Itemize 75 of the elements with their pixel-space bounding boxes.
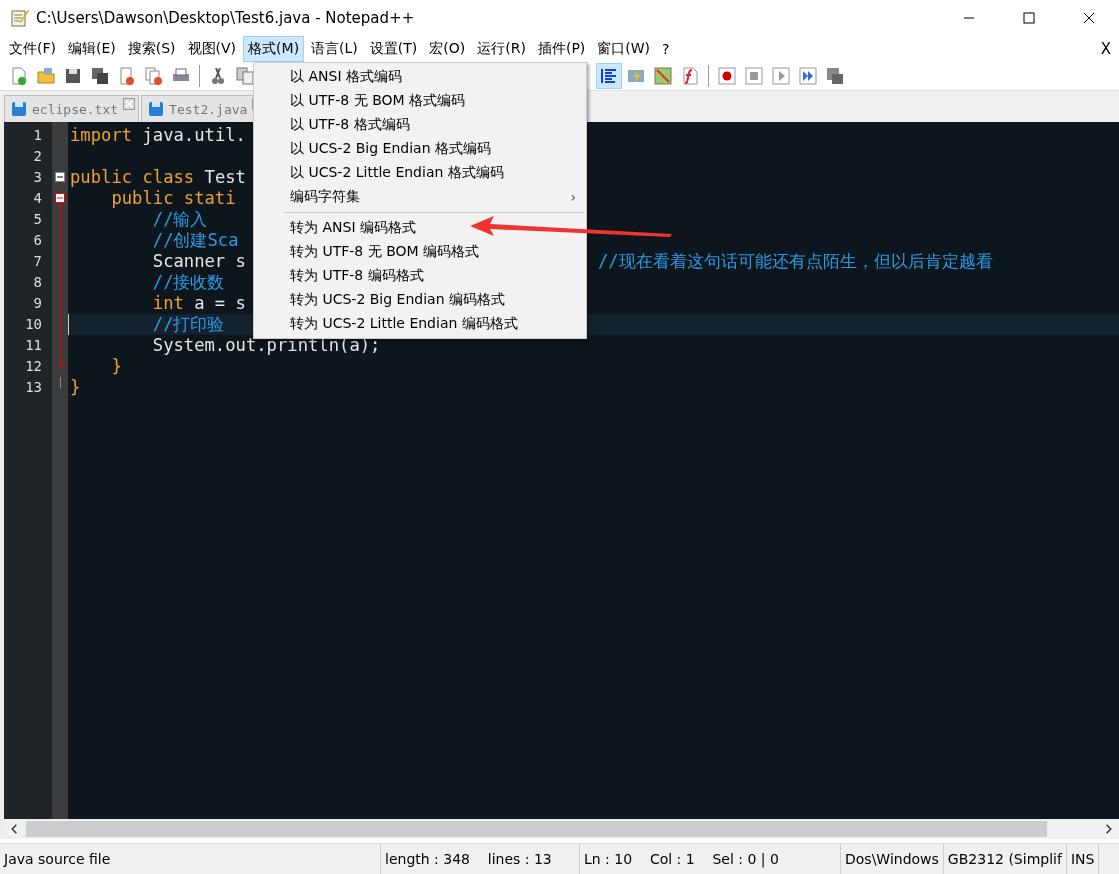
- status-field: length : 348 lines : 13: [381, 844, 580, 874]
- play-multiple-icon: [798, 66, 818, 86]
- menu-item[interactable]: 格式(M): [243, 36, 305, 62]
- function-icon: [680, 66, 700, 86]
- code-line: }: [70, 377, 81, 397]
- menu-item[interactable]: 插件(P): [532, 36, 591, 62]
- line-number: 10: [24, 315, 43, 334]
- floppy-icon: [11, 101, 27, 117]
- line-number: 4: [32, 189, 43, 208]
- file-tab[interactable]: eclipse.txt: [4, 95, 140, 122]
- line-number: 11: [24, 336, 43, 355]
- open-icon: [36, 66, 56, 86]
- line-number: 8: [32, 273, 43, 292]
- scrollbar-thumb[interactable]: [26, 821, 1047, 837]
- menu-option[interactable]: 转为 UCS-2 Big Endian 编码格式: [254, 288, 586, 312]
- code-line: public stati: [110, 188, 236, 208]
- code-line: //输入: [151, 209, 208, 229]
- status-field: GB2312 (Simplif: [943, 844, 1067, 874]
- floppy-icon: [148, 101, 165, 117]
- code-line: import java.util.: [70, 125, 246, 145]
- menu-item[interactable]: 编辑(E): [63, 36, 121, 62]
- line-number: 12: [24, 357, 43, 376]
- macro-list-icon: [825, 66, 845, 86]
- menu-option[interactable]: 以 ANSI 格式编码: [254, 65, 586, 89]
- code-line: }: [110, 356, 122, 376]
- menu-item[interactable]: 运行(R): [472, 36, 531, 62]
- menu-item[interactable]: 宏(O): [424, 36, 471, 62]
- code-line: System.out.println(a);: [151, 335, 381, 355]
- line-number: 3: [32, 168, 43, 187]
- code-line: public class Test: [70, 167, 246, 187]
- code-line: //创建Sca: [151, 230, 239, 250]
- menu-item[interactable]: 文件(F): [4, 36, 61, 62]
- status-field: Java source file: [0, 844, 381, 874]
- menu-item[interactable]: 视图(V): [182, 36, 242, 62]
- menu-item[interactable]: 语言(L): [306, 36, 363, 62]
- play-icon: [771, 66, 791, 86]
- line-number: 9: [32, 294, 43, 313]
- toolbar-button[interactable]: [596, 63, 622, 89]
- record-icon: [717, 66, 737, 86]
- indent-guide-icon: [599, 66, 619, 86]
- code-line: //接收数: [151, 272, 225, 292]
- line-number: 13: [24, 378, 43, 397]
- menu-option[interactable]: 编码字符集 ›: [254, 185, 586, 209]
- save-icon: [63, 66, 83, 86]
- menu-item[interactable]: 搜索(S): [122, 36, 181, 62]
- code-line: int a = s: [151, 293, 246, 313]
- menu-option[interactable]: 转为 UTF-8 编码格式: [254, 264, 586, 288]
- line-number: 1: [32, 126, 43, 145]
- map-icon: [653, 66, 673, 86]
- line-number: 6: [32, 231, 43, 250]
- close-document-button[interactable]: X: [1100, 40, 1111, 58]
- fold-minus-icon[interactable]: [55, 193, 65, 203]
- menu-option[interactable]: 转为 UTF-8 无 BOM 编码格式: [254, 240, 586, 264]
- code-line: Scanner s: [151, 251, 246, 271]
- stop-icon: [744, 66, 764, 86]
- code-line: //打印验: [151, 314, 225, 334]
- fold-minus-icon[interactable]: [55, 172, 65, 182]
- line-number: 5: [32, 210, 43, 229]
- new-icon: [9, 66, 29, 86]
- notepad-icon: [10, 8, 30, 28]
- window-title: C:\Users\Dawson\Desktop\Test6.java - Notepad++: [36, 9, 415, 27]
- menu-item[interactable]: 窗口(W): [592, 36, 656, 62]
- menu-option[interactable]: 以 UCS-2 Big Endian 格式编码: [254, 137, 586, 161]
- status-field: Ln : 10 Col : 1 Sel : 0 | 0: [580, 844, 841, 874]
- code-comment: //现在看着这句话可能还有点陌生，但以后肯定越看: [598, 251, 993, 272]
- line-number: 2: [32, 147, 43, 166]
- menu-option[interactable]: 转为 ANSI 编码格式: [254, 216, 586, 240]
- menu-item[interactable]: ?: [657, 37, 675, 61]
- status-field: Dos\Windows: [841, 844, 944, 874]
- menu-option[interactable]: 转为 UCS-2 Little Endian 编码格式: [254, 312, 586, 336]
- menu-item[interactable]: 设置(T): [364, 36, 423, 62]
- status-field: INS: [1066, 844, 1100, 874]
- line-number: 7: [32, 252, 43, 271]
- menu-option[interactable]: 以 UCS-2 Little Endian 格式编码: [254, 161, 586, 185]
- save-all-icon: [90, 66, 110, 86]
